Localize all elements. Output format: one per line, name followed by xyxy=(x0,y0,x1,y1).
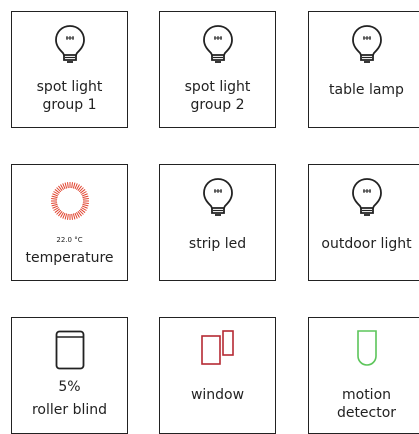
tile-label: temperature xyxy=(25,250,114,266)
tile-label: motion detector xyxy=(336,387,397,421)
motion-sensor-icon xyxy=(356,330,378,366)
tile-label: window xyxy=(190,387,245,403)
window-sensor-icon xyxy=(200,330,235,366)
roller-blind-position: 5% xyxy=(58,379,81,395)
thermostat-icon xyxy=(50,181,90,221)
bulb-icon xyxy=(54,24,86,66)
tile-label: spot light group 2 xyxy=(184,79,251,113)
tile-roller-blind[interactable]: 5% roller blind xyxy=(11,317,128,434)
tile-outdoor-light[interactable]: outdoor light xyxy=(308,164,419,281)
temperature-value: 22.0 °C xyxy=(56,236,83,244)
tile-window[interactable]: window xyxy=(159,317,276,434)
tile-spot-light-group-1[interactable]: spot light group 1 xyxy=(11,11,128,128)
bulb-icon xyxy=(202,177,234,219)
tile-strip-led[interactable]: strip led xyxy=(159,164,276,281)
bulb-icon xyxy=(202,24,234,66)
tile-label: table lamp xyxy=(329,82,404,98)
tile-motion-detector[interactable]: motion detector xyxy=(308,317,419,434)
roller-blind-icon xyxy=(55,330,85,370)
tile-spot-light-group-2[interactable]: spot light group 2 xyxy=(159,11,276,128)
tile-table-lamp[interactable]: table lamp xyxy=(308,11,419,128)
tile-label: strip led xyxy=(188,236,247,252)
tile-label: outdoor light xyxy=(321,236,412,252)
bulb-icon xyxy=(351,24,383,66)
tile-label: spot light group 1 xyxy=(36,79,103,113)
tile-label: roller blind xyxy=(31,402,108,418)
bulb-icon xyxy=(351,177,383,219)
tile-temperature[interactable]: 22.0 °C temperature xyxy=(11,164,128,281)
